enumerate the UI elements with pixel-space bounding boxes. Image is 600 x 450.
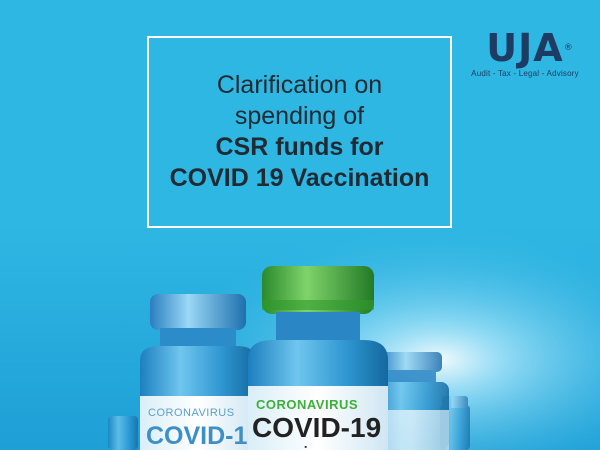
left-vial-main-text: COVID-19 [146,422,261,450]
center-vial-top-text: CORONAVIRUS [256,397,358,412]
left-vial-top-text: CORONAVIRUS [148,407,235,419]
vial-left: CORONAVIRUS COVID-19 [140,294,261,450]
center-vial-main-text: COVID-19 [252,412,381,443]
vial-far-left [108,416,138,450]
center-vial-sub-text: vaccine [258,442,333,450]
vial-center: CORONAVIRUS COVID-19 vaccine [248,266,388,450]
vaccine-vials-illustration: CORONAVIRUS COVID-19 CORONAVIRUS COVID-1… [108,266,470,450]
